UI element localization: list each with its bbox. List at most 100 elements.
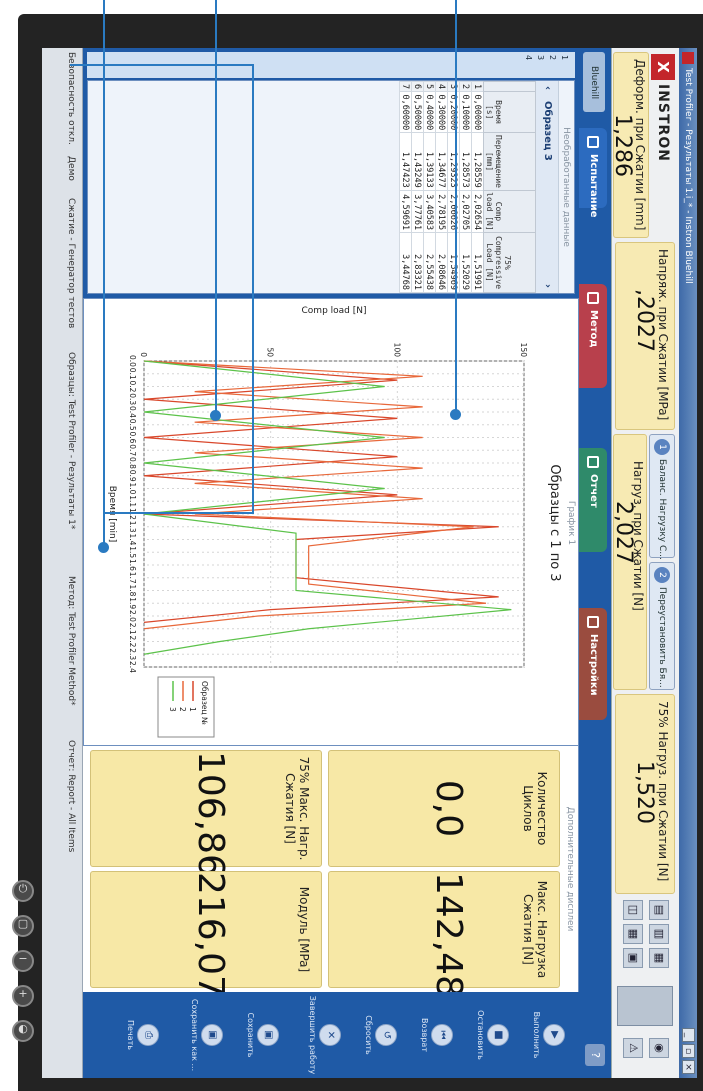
method-icon [587,292,599,304]
minimize-button[interactable]: _ [682,1028,695,1042]
chevron-left-icon[interactable]: ‹ [536,86,558,90]
chevron-right-icon[interactable]: › [536,284,558,288]
specimen-tab[interactable]: 1 [560,55,569,60]
quick-button-label: Баланс. Нагрузку С... [657,459,667,560]
close-button[interactable]: × [682,1060,695,1074]
y-tick-label: 0 [139,352,148,357]
readout-stress[interactable]: Напряж. при Сжатии [MPa] ,2027 [615,242,675,430]
x-tick-label: 0.0 [128,355,137,367]
y-tick-label: 150 [519,343,528,358]
x-tick-label: 0.2 [128,381,137,393]
column-header: Время [s] [483,91,536,133]
graph-panel: График 1 Образцы с 1 по 3 0.0 0.1 0.2 0.3 0.… [83,298,579,746]
load-time-chart[interactable]: 0.00.10.20.30.40.50.60.70.80.91.01.11.21… [84,299,544,747]
tab-report[interactable]: Отчет [579,448,607,552]
x-tick-label: 0.8 [128,457,137,469]
finish-icon: ✕ [319,1024,341,1046]
callout-line [252,64,254,514]
bluehill-window: Test Profiler - Результаты 1.i_* - Instr… [42,48,697,1078]
limits-icon[interactable]: ◫ [623,900,643,920]
column-header [483,81,536,92]
step-2-icon: 2 [654,567,670,583]
specimen-tab[interactable]: 4 [524,55,533,60]
column-header: 75% Compressive Load [N] [483,232,536,293]
app-logo-icon [682,52,694,64]
table-row[interactable]: 4 0,30000 1,34677 2,78195 2,08646 [435,81,448,293]
table-row[interactable]: 7 0,60000 1,47423 4,59691 3,44768 [399,81,412,293]
readout-value: 1,520 [632,761,657,824]
callout-line [70,64,254,66]
save-button[interactable]: ▣ Сохранить [246,992,279,1078]
print-icon: ⎙ [137,1024,159,1046]
display-cycles: Количество Циклов 0,0 [328,750,560,867]
frame-icon[interactable]: ▥ [649,924,669,944]
x-tick-label: 2.2 [128,636,137,648]
tab-label: Испытание [588,154,599,218]
tab-settings[interactable]: Настройки [579,608,607,720]
fixture-icon[interactable]: ▦ [649,948,669,968]
status-demo: Демо [66,156,76,181]
readout-load[interactable]: Нагруз. при Сжатии [N] 2,027 [611,434,647,690]
readout-value: ,2027 [632,289,657,352]
specimen-tab[interactable]: 3 [536,55,545,60]
warning-icon[interactable]: ⚠ [623,1038,643,1058]
x-tick-label: 2.3 [128,648,137,660]
help-button[interactable]: ? [585,1044,605,1066]
legend-title: Образец № [200,681,209,725]
displays-header: Дополнительные дисплеи [565,806,575,932]
bluehill-home-button[interactable]: Bluehill [583,52,605,112]
save-as-button[interactable]: ▣ Сохранить как ... [190,992,223,1078]
table-row[interactable]: 2 0,10000 1,28573 2,02705 1,52029 [459,81,472,293]
calibrate-icon[interactable]: ▤ [649,900,669,920]
action-panel: ▶ Выполнить ■ Остановить ⏮ Возврат ↺ Сбросит… [83,992,579,1078]
clamp-icon[interactable]: ▣ [623,948,643,968]
callout-line [455,0,457,414]
tab-test[interactable]: Испытание [579,128,607,218]
instron-logo: X INSTRON [651,54,675,194]
frame-status-icon[interactable] [617,986,673,1026]
table-row[interactable]: 5 0,40000 1,39133 3,40583 2,55438 [423,81,436,293]
callout-line [215,0,217,415]
grid-icon[interactable]: ▦ [623,924,643,944]
readout-75-load[interactable]: 75% Нагруз. при Сжатии [N] 1,520 [615,694,675,894]
x-tick-label: 2.0 [128,610,137,622]
specimen-selector[interactable]: ‹ Образец 3 › [536,81,558,293]
stop-button[interactable]: ■ Остановить [476,992,509,1078]
readout-value: 2,027 [611,501,636,564]
table-row[interactable]: 6 0,50000 1,43249 3,77761 2,83321 [411,81,424,293]
test-icon [587,136,599,148]
specimen-tab[interactable]: 2 [548,55,557,60]
quick-button-balance[interactable]: 1 Баланс. Нагрузку С... [649,434,675,560]
display-75-max-load: 75% Макс. Нагр. Сжатия [N] 106,86 [90,750,322,877]
instron-mark-icon: X [651,54,675,80]
user-icon[interactable]: ◉ [649,1038,669,1058]
x-tick-label: 2.1 [128,623,137,635]
run-button[interactable]: ▶ Выполнить [532,992,565,1078]
maximize-button[interactable]: ▫ [682,1044,695,1058]
table-row[interactable]: 3 0,20000 1,29323 2,06626 1,54969 [447,81,460,293]
instron-name: INSTRON [655,84,671,162]
monitor-menu-button[interactable]: ▢ [12,915,34,937]
tab-label: Настройки [588,634,599,696]
status-method: Метод: Test Profiler Method* [66,576,76,706]
tab-label: Метод [588,310,599,348]
finish-button[interactable]: ✕ Завершить работу [308,992,341,1078]
tab-method[interactable]: Метод [579,284,607,388]
stop-icon: ■ [487,1024,509,1046]
monitor-power-button[interactable]: ⏻ [12,880,34,902]
monitor-plus-button[interactable]: + [12,985,34,1007]
return-button[interactable]: ⏮ Возврат [420,992,453,1078]
reset-button[interactable]: ↺ Сбросить [364,992,397,1078]
play-icon: ▶ [543,1024,565,1046]
table-row[interactable]: 1 0,00000 1,28559 2,02654 1,51991 [471,81,484,293]
x-axis-label: Время [min] [107,486,117,542]
quick-button-reset[interactable]: 2 Переустановить Бя... [649,562,675,690]
callout-line [104,512,254,514]
screen-area: Test Profiler - Результаты 1.i_* - Instr… [42,48,697,1078]
x-tick-label: 1.7 [128,572,137,584]
monitor-input-button[interactable]: ◐ [12,1020,34,1042]
x-tick-label: 1.9 [128,597,137,609]
x-tick-label: 0.4 [128,406,137,418]
monitor-minus-button[interactable]: − [12,950,34,972]
print-button[interactable]: ⎙ Печать [126,992,159,1078]
